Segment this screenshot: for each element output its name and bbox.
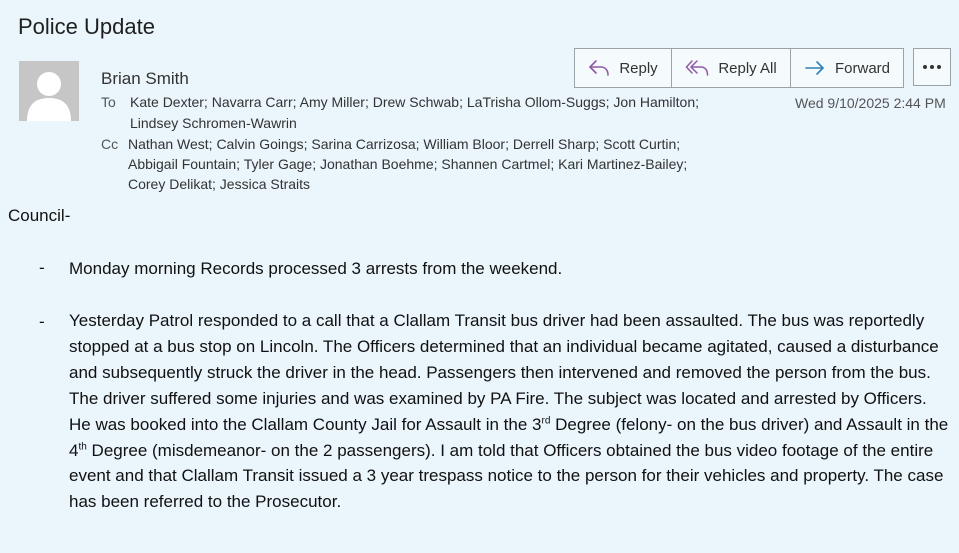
- reply-all-button[interactable]: Reply All: [672, 49, 791, 87]
- list-item: Yesterday Patrol responded to a call tha…: [69, 308, 953, 515]
- list-item: Monday morning Records processed 3 arres…: [69, 259, 563, 278]
- forward-label: Forward: [834, 59, 890, 77]
- cc-recipients-line[interactable]: Nathan West; Calvin Goings; Sarina Carri…: [128, 134, 680, 155]
- cc-recipients-line[interactable]: Corey Delikat; Jessica Straits: [128, 174, 310, 195]
- reply-all-arrow-icon: [686, 60, 709, 76]
- bullet-marker: -: [39, 312, 45, 331]
- more-icon: [923, 65, 941, 69]
- reply-arrow-icon: [589, 60, 610, 76]
- ordinal-suffix: th: [78, 440, 87, 452]
- more-actions-button[interactable]: [913, 48, 951, 86]
- message-actions-toolbar: Reply Reply All Forward: [574, 48, 904, 88]
- sender-name[interactable]: Brian Smith: [101, 69, 189, 89]
- sent-timestamp: Wed 9/10/2025 2:44 PM: [795, 95, 946, 111]
- person-avatar-icon: [19, 61, 79, 121]
- to-label: To: [101, 94, 116, 110]
- reply-button[interactable]: Reply: [575, 49, 672, 87]
- paragraph-text: Degree (misdemeanor- on the 2 passengers…: [69, 440, 944, 512]
- reply-all-label: Reply All: [718, 59, 777, 77]
- forward-arrow-icon: [805, 61, 824, 75]
- reply-label: Reply: [619, 59, 658, 77]
- to-recipients-line[interactable]: Kate Dexter; Navarra Carr; Amy Miller; D…: [130, 92, 699, 113]
- cc-recipients-line[interactable]: Abbigail Fountain; Tyler Gage; Jonathan …: [128, 154, 687, 175]
- forward-button[interactable]: Forward: [791, 49, 903, 87]
- to-recipients-line[interactable]: Lindsey Schromen-Wawrin: [130, 113, 297, 134]
- email-subject: Police Update: [18, 14, 155, 39]
- bullet-marker: -: [39, 258, 45, 277]
- cc-label: Cc: [101, 136, 119, 152]
- greeting-text: Council-: [8, 206, 71, 225]
